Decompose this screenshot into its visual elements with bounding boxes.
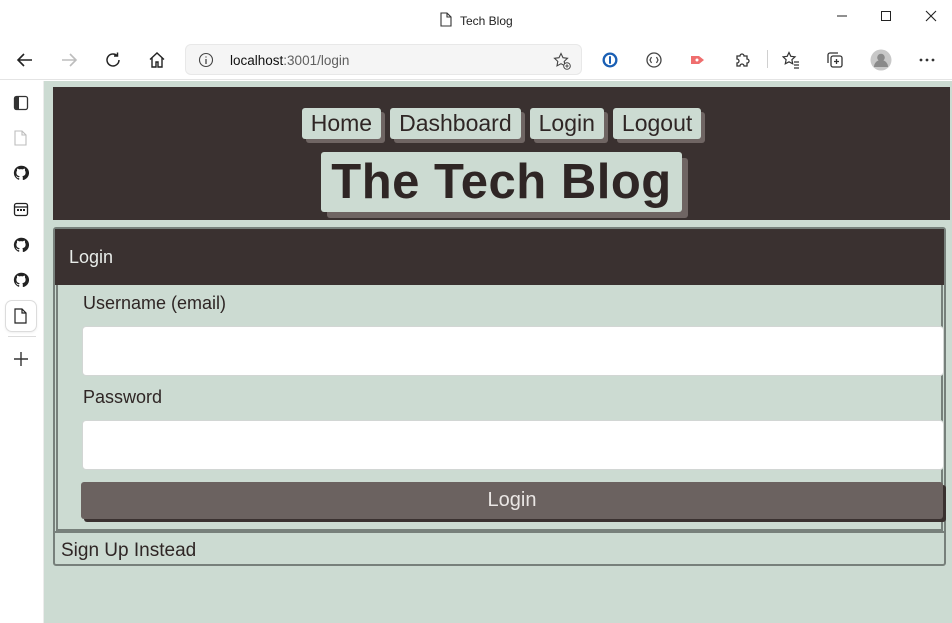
sidebar-tab-github-2[interactable] — [6, 230, 36, 260]
login-submit-button[interactable]: Login — [81, 482, 943, 519]
sidebar-tab-active[interactable] — [6, 301, 36, 331]
tab-actions-button[interactable] — [6, 88, 36, 118]
profile-icon — [870, 49, 892, 71]
address-bar[interactable]: localhost:3001/login — [185, 44, 582, 75]
sidebar-tab-blank[interactable] — [6, 123, 36, 153]
browser-toolbar: localhost:3001/login — [0, 40, 952, 80]
title-bar: Tech Blog — [0, 0, 952, 40]
brand-wrapper: The Tech Blog — [53, 152, 950, 212]
home-icon — [149, 52, 165, 68]
github-icon — [13, 165, 29, 181]
forward-icon — [62, 53, 78, 67]
document-icon — [440, 12, 452, 30]
password-label: Password — [83, 387, 163, 407]
username-label: Username (email) — [83, 293, 227, 313]
nav-logout-link[interactable]: Logout — [612, 108, 702, 139]
url-text[interactable]: localhost:3001/login — [230, 53, 349, 68]
more-icon — [919, 58, 935, 62]
nav-dashboard-link[interactable]: Dashboard — [390, 108, 521, 139]
url-host: localhost — [230, 53, 284, 68]
collections-button[interactable] — [821, 46, 849, 74]
login-card-footer: Sign Up Instead — [55, 531, 944, 566]
home-button[interactable] — [143, 46, 171, 74]
extensions-button[interactable] — [728, 46, 756, 74]
login-card: Login Username (email) Password Login Si… — [53, 227, 946, 566]
extension-icon — [646, 52, 662, 68]
document-icon — [14, 130, 27, 146]
site-header: Home Dashboard Login Logout The Tech Blo… — [53, 87, 950, 220]
favorites-button[interactable] — [777, 46, 805, 74]
url-path: :3001/login — [283, 53, 350, 68]
favorites-icon — [782, 51, 799, 69]
back-icon — [16, 53, 32, 67]
profile-button[interactable] — [867, 46, 895, 74]
new-tab-button[interactable] — [6, 344, 36, 374]
window-title-text: Tech Blog — [460, 14, 513, 28]
maximize-button[interactable] — [870, 4, 902, 28]
nav-login-link[interactable]: Login — [529, 108, 604, 139]
puzzle-icon — [736, 53, 750, 67]
site-nav: Home Dashboard Login Logout — [53, 108, 950, 139]
github-icon — [13, 237, 29, 253]
github-icon — [13, 272, 29, 288]
login-form: Username (email) Password Login — [56, 285, 944, 531]
minimize-button[interactable] — [826, 4, 858, 28]
sidebar-tab-calendar[interactable] — [6, 194, 36, 224]
password-manager-icon — [602, 52, 618, 68]
username-input[interactable] — [82, 326, 944, 376]
refresh-button[interactable] — [99, 46, 127, 74]
calendar-icon — [13, 202, 29, 217]
login-card-title: Login — [55, 229, 944, 285]
collections-icon — [827, 52, 843, 68]
extension-button[interactable] — [640, 46, 668, 74]
refresh-icon — [106, 52, 120, 67]
vertical-tabs-sidebar — [0, 81, 44, 623]
info-icon[interactable] — [198, 52, 214, 68]
site-title: The Tech Blog — [321, 152, 682, 212]
password-input[interactable] — [82, 420, 944, 470]
forward-button[interactable] — [55, 46, 83, 74]
close-button[interactable] — [915, 4, 947, 28]
password-manager-button[interactable] — [596, 46, 624, 74]
window-title: Tech Blog — [440, 12, 513, 30]
nav-home-link[interactable]: Home — [301, 108, 382, 139]
sidebar-tab-github-1[interactable] — [6, 158, 36, 188]
page-viewport: Home Dashboard Login Logout The Tech Blo… — [44, 81, 952, 623]
sidebar-tab-github-3[interactable] — [6, 265, 36, 295]
tab-actions-icon — [13, 95, 29, 111]
signup-link[interactable]: Sign Up Instead — [61, 540, 196, 562]
add-favorite-icon[interactable] — [552, 51, 572, 71]
record-icon — [691, 56, 704, 64]
more-button[interactable] — [913, 46, 941, 74]
plus-icon — [14, 352, 28, 366]
sidebar-divider — [8, 336, 36, 337]
document-icon — [14, 308, 27, 324]
record-button[interactable] — [684, 46, 712, 74]
back-button[interactable] — [11, 46, 39, 74]
toolbar-separator — [767, 50, 768, 68]
